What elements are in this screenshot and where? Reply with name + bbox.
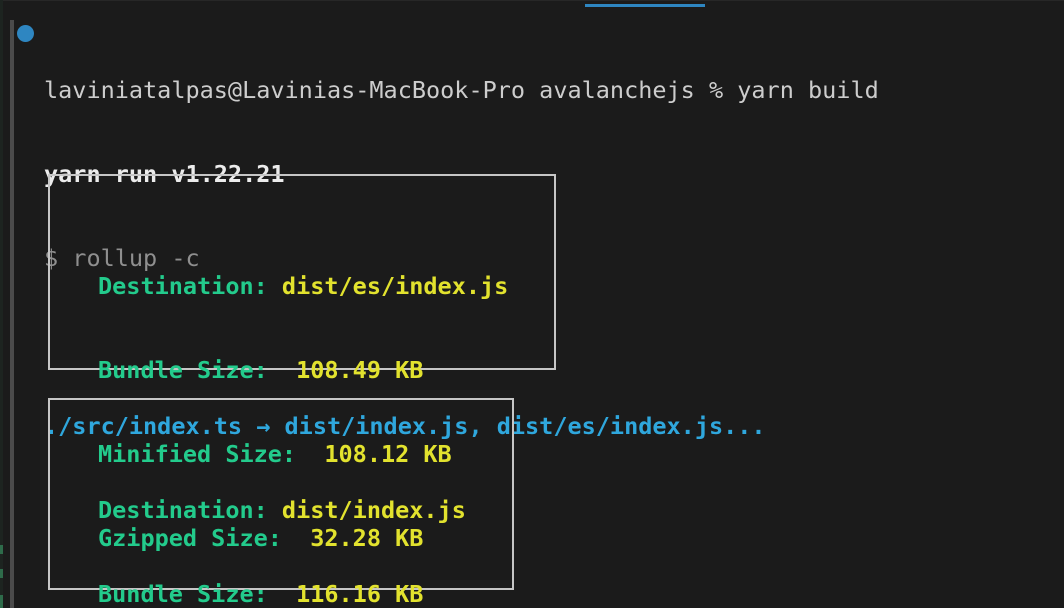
overview-ruler-mark bbox=[0, 545, 3, 554]
bundle-size-content: Destination: dist/index.js Bundle Size: … bbox=[98, 440, 466, 608]
destination-row: Destination: dist/es/index.js bbox=[98, 272, 508, 300]
bundle-size-row: Bundle Size: 108.49 KB bbox=[98, 356, 508, 384]
destination-label: Destination: bbox=[98, 496, 268, 524]
overview-ruler-mark bbox=[0, 595, 3, 608]
command-decoration-dot-icon[interactable] bbox=[17, 25, 34, 42]
bundle-size-row: Bundle Size: 116.16 KB bbox=[98, 580, 466, 608]
terminal-scrollbar[interactable] bbox=[10, 20, 14, 608]
active-tab-indicator bbox=[585, 4, 705, 7]
bundle-size-box-main: Destination: dist/index.js Bundle Size: … bbox=[48, 398, 514, 590]
shell-prompt-line: laviniatalpas@Lavinias-MacBook-Pro avala… bbox=[44, 76, 879, 104]
overview-ruler bbox=[0, 0, 3, 608]
bundle-size-value: 116.16 KB bbox=[268, 580, 424, 608]
destination-value: dist/index.js bbox=[268, 496, 466, 524]
destination-label: Destination: bbox=[98, 272, 268, 300]
terminal-panel: laviniatalpas@Lavinias-MacBook-Pro avala… bbox=[0, 0, 1064, 608]
bundle-size-value: 108.49 KB bbox=[268, 356, 424, 384]
destination-value: dist/es/index.js bbox=[268, 272, 509, 300]
bundle-size-box-es: Destination: dist/es/index.js Bundle Siz… bbox=[48, 174, 556, 370]
bundle-size-label: Bundle Size: bbox=[98, 580, 268, 608]
bundle-size-label: Bundle Size: bbox=[98, 356, 268, 384]
overview-ruler-mark bbox=[0, 569, 3, 578]
panel-top-border bbox=[0, 0, 1064, 1]
destination-row: Destination: dist/index.js bbox=[98, 496, 466, 524]
